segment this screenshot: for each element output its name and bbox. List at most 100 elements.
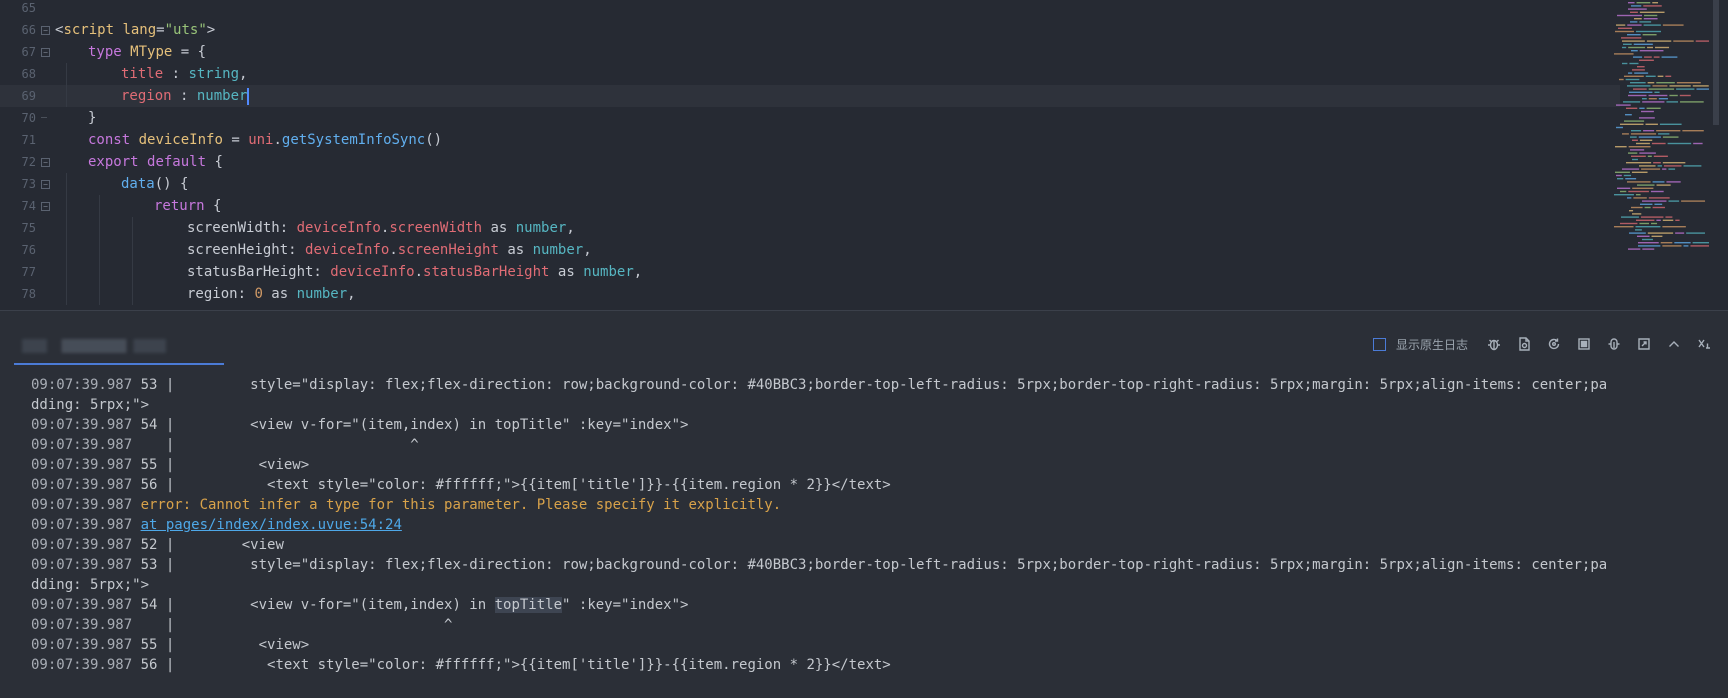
code-line[interactable]: 73− data() {	[0, 173, 1620, 195]
code-token: number	[196, 88, 248, 104]
minimap-line	[1626, 107, 1638, 109]
log-line: 09:07:39.987 53 | style="display: flex;f…	[31, 375, 1711, 395]
native-log-label[interactable]: 显示原生日志	[1396, 336, 1468, 353]
minimap-line	[1628, 94, 1647, 97]
minimap-line	[1639, 139, 1653, 141]
code-line[interactable]: 75 screenWidth: deviceInfo.screenWidth as…	[0, 217, 1620, 239]
code-line[interactable]: 65	[0, 0, 1620, 19]
minimap-line	[1620, 222, 1638, 225]
editor-scrollbar-thumb[interactable]	[1713, 0, 1719, 125]
code-line[interactable]: 69 region : number	[0, 85, 1620, 107]
minimap-line	[1630, 11, 1638, 13]
minimap-line	[1665, 216, 1673, 218]
log-text: 54 | <view v-for="(item,index) in topTit…	[140, 417, 689, 433]
debug-icon[interactable]	[1604, 334, 1624, 354]
code-line[interactable]: 71 const deviceInfo = uni.getSystemInfoSy…	[0, 129, 1620, 151]
minimap-line	[1624, 120, 1645, 122]
indent-guide	[66, 63, 67, 85]
minimap-line	[1668, 168, 1676, 170]
minimap-line	[1630, 82, 1646, 84]
minimap-line	[1628, 46, 1646, 49]
code-token: as	[262, 286, 297, 302]
log-text: 53 | style="display: flex;flex-direction…	[140, 377, 1608, 393]
minimap-line	[1669, 94, 1678, 97]
minimap-line	[1628, 146, 1651, 148]
refresh-doc-icon[interactable]	[1514, 334, 1534, 354]
bug-icon[interactable]	[1484, 334, 1504, 354]
clear-icon[interactable]	[1694, 334, 1714, 354]
log-line: 09:07:39.987 52 | <view	[31, 535, 1711, 555]
code-editor[interactable]: 65 66− <script lang="uts"> 67− type MType = …	[0, 0, 1728, 310]
code-token: screenWidth:	[187, 220, 297, 236]
code-token: as	[482, 220, 516, 236]
code-token: () {	[154, 176, 189, 192]
code-token: screenHeight	[397, 242, 499, 258]
minimap-line	[1616, 104, 1631, 106]
collapse-up-icon[interactable]	[1664, 334, 1684, 354]
code-token: }	[88, 110, 97, 126]
fold-toggle-icon[interactable]: −	[41, 26, 50, 35]
restart-icon[interactable]	[1544, 334, 1564, 354]
minimap-line	[1624, 75, 1644, 77]
minimap-line	[1642, 238, 1653, 241]
code-token: :	[171, 88, 197, 104]
minimap-line	[1630, 149, 1645, 151]
console-output[interactable]: 09:07:39.987 53 | style="display: flex;f…	[31, 375, 1711, 675]
code-line[interactable]: 68 title : string,	[0, 63, 1620, 85]
log-timestamp: 09:07:39.987	[31, 617, 141, 633]
minimap-line	[1643, 5, 1662, 7]
log-text: 53 | style="display: flex;flex-direction…	[140, 557, 1608, 573]
minimap-line	[1675, 232, 1685, 234]
minimap-line	[1654, 91, 1660, 93]
stop-icon[interactable]	[1574, 334, 1594, 354]
code-line[interactable]: 78 region: 0 as number,	[0, 283, 1620, 305]
source-link[interactable]: at pages/index/index.uvue:54:24	[141, 517, 402, 533]
minimap-line	[1648, 197, 1670, 199]
log-timestamp: 09:07:39.987	[31, 557, 141, 573]
minimap-line	[1680, 101, 1704, 103]
code-line[interactable]: 76 screenHeight: deviceInfo.screenHeight …	[0, 239, 1620, 261]
minimap[interactable]	[1612, 0, 1712, 260]
code-text: }	[88, 107, 96, 129]
code-line[interactable]: 77 statusBarHeight: deviceInfo.statusBarH…	[0, 261, 1620, 283]
line-number: 76	[21, 243, 36, 257]
code-token: =	[156, 22, 165, 38]
minimap-line	[1625, 114, 1632, 116]
minimap-line	[1617, 14, 1643, 17]
minimap-line	[1645, 75, 1656, 77]
code-token: default	[147, 154, 207, 170]
export-log-icon[interactable]	[1634, 334, 1654, 354]
minimap-line	[1615, 30, 1634, 33]
minimap-line	[1623, 101, 1641, 103]
code-line[interactable]: 67− type MType = {	[0, 41, 1620, 63]
minimap-line	[1644, 56, 1652, 58]
code-line[interactable]: 74− return {	[0, 195, 1620, 217]
fold-toggle-icon[interactable]: −	[41, 202, 50, 211]
fold-toggle-icon[interactable]: −	[41, 180, 50, 189]
console-tab-label: ████ ███████ █	[22, 339, 202, 353]
minimap-line	[1629, 210, 1634, 212]
native-log-checkbox[interactable]	[1372, 337, 1386, 351]
minimap-line	[1615, 146, 1627, 148]
editor-lines[interactable]: 65 66− <script lang="uts"> 67− type MType = …	[0, 0, 1620, 305]
minimap-line	[1647, 82, 1655, 84]
minimap-line	[1619, 78, 1624, 81]
code-line[interactable]: 70}	[0, 107, 1620, 129]
minimap-line	[1623, 43, 1632, 45]
minimap-line	[1614, 226, 1634, 228]
minimap-line	[1657, 165, 1662, 167]
code-token: ,	[566, 220, 575, 236]
minimap-line	[1627, 197, 1632, 199]
code-line[interactable]: 72− export default {	[0, 151, 1620, 173]
line-number: 67	[21, 45, 36, 59]
minimap-line	[1673, 40, 1694, 42]
minimap-line	[1639, 21, 1652, 23]
fold-toggle-icon[interactable]: −	[41, 48, 50, 57]
log-line: 09:07:39.987 55 | <view>	[31, 455, 1711, 475]
minimap-line	[1631, 130, 1642, 132]
console-tab[interactable]: ████ ███████ █	[14, 335, 224, 365]
minimap-line	[1639, 117, 1655, 119]
code-line[interactable]: 66− <script lang="uts">	[0, 19, 1620, 41]
code-token: >	[206, 22, 216, 38]
fold-toggle-icon[interactable]: −	[41, 158, 50, 167]
